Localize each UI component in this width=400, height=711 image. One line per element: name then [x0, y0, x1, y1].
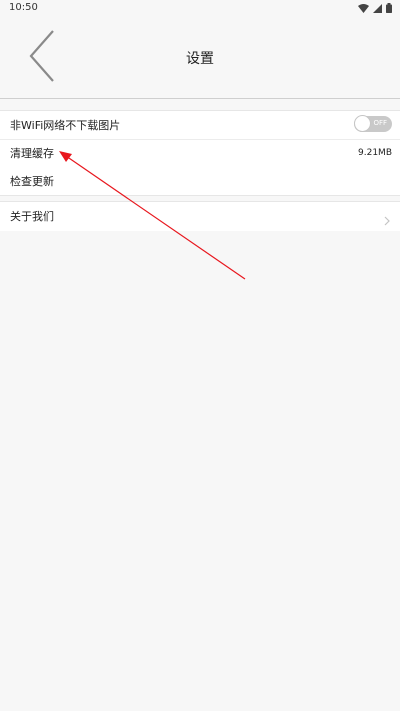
status-bar: 10:50: [0, 0, 400, 18]
setting-label-check-update: 检查更新: [10, 175, 54, 188]
settings-group-main: 非WiFi网络不下载图片 OFF 清理缓存 9.21MB 检查更新: [0, 110, 400, 196]
toggle-knob: [354, 115, 371, 132]
setting-row-check-update[interactable]: 检查更新: [0, 167, 400, 195]
status-time: 10:50: [9, 2, 38, 13]
setting-row-about-us[interactable]: 关于我们: [0, 202, 400, 230]
setting-label-about-us: 关于我们: [10, 210, 54, 223]
no-image-on-mobile-toggle[interactable]: OFF: [354, 115, 392, 132]
header-bar: 设置: [0, 18, 400, 98]
setting-row-no-image-on-mobile: 非WiFi网络不下载图片 OFF: [0, 111, 400, 139]
page-title: 设置: [186, 51, 214, 67]
chevron-right-icon: [384, 211, 390, 230]
annotation-arrow: [59, 151, 246, 280]
header-divider: [0, 98, 400, 99]
status-icons: [358, 3, 392, 13]
settings-group-about: 关于我们: [0, 201, 400, 231]
battery-icon: [386, 3, 392, 13]
setting-label-no-image-on-mobile: 非WiFi网络不下载图片: [10, 119, 121, 132]
toggle-state-text: OFF: [373, 119, 387, 127]
wifi-icon: [358, 3, 369, 13]
setting-label-clear-cache: 清理缓存: [10, 147, 54, 160]
setting-row-clear-cache[interactable]: 清理缓存 9.21MB: [0, 139, 400, 167]
signal-icon: [373, 3, 382, 13]
cache-size-value: 9.21MB: [358, 148, 392, 158]
